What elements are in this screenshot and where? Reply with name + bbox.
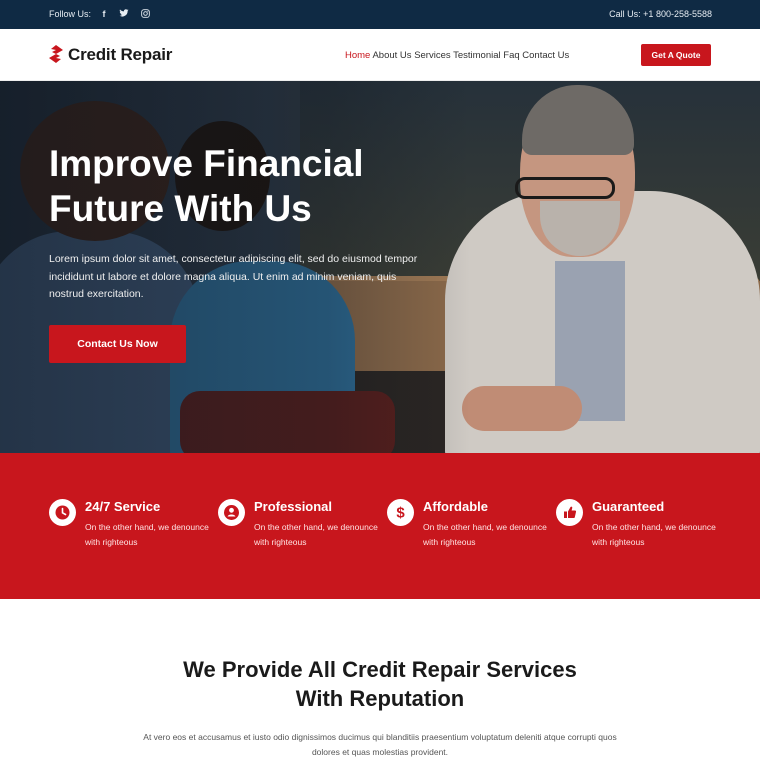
- hero-title: Improve Financial Future With Us: [49, 143, 364, 229]
- nav-item-about-us[interactable]: About Us: [372, 50, 411, 61]
- svg-text:$: $: [396, 505, 405, 522]
- nav-item-testimonial[interactable]: Testimonial: [453, 50, 501, 61]
- twitter-icon[interactable]: [117, 6, 131, 22]
- services-text: At vero eos et accusamus et iusto odio d…: [143, 732, 617, 757]
- follow-us-label: Follow Us:: [49, 9, 92, 19]
- top-bar: Follow Us: f Call Us: +1 800-258-5588: [0, 0, 760, 29]
- feature-professional: Professional On the other hand, we denou…: [218, 497, 378, 557]
- feature-title: Professional: [254, 499, 333, 514]
- feature-description: On the other hand, we denounce with righ…: [85, 522, 209, 547]
- dollar-icon: $: [387, 499, 414, 526]
- instagram-icon[interactable]: [138, 6, 152, 22]
- services-title: We Provide All Credit Repair Services Wi…: [130, 655, 630, 713]
- contact-us-now-button[interactable]: Contact Us Now: [49, 325, 186, 363]
- get-a-quote-button[interactable]: Get A Quote: [641, 44, 711, 66]
- hero-advisor-hands: [462, 386, 582, 431]
- feature-description: On the other hand, we denounce with righ…: [423, 522, 547, 547]
- logo-icon: [49, 45, 63, 63]
- feature-title: 24/7 Service: [85, 499, 161, 514]
- feature-title: Affordable: [423, 499, 488, 514]
- nav-item-contact-us[interactable]: Contact Us: [522, 50, 569, 61]
- nav-item-services[interactable]: Services: [414, 50, 450, 61]
- facebook-icon[interactable]: f: [97, 6, 111, 22]
- feature-description: On the other hand, we denounce with righ…: [592, 522, 716, 547]
- feature-affordable: $ Affordable On the other hand, we denou…: [387, 497, 547, 557]
- nav-item-home[interactable]: Home: [345, 50, 370, 61]
- feature-24-7-service: 24/7 Service On the other hand, we denou…: [49, 497, 209, 557]
- user-icon: [218, 499, 245, 526]
- logo-text[interactable]: Credit Repair: [68, 45, 172, 65]
- hero-text: Lorem ipsum dolor sit amet, consectetur …: [49, 253, 418, 300]
- hero-advisor-glasses: [515, 177, 615, 199]
- services-title-line-1: We Provide All Credit Repair Services: [183, 657, 577, 682]
- call-us-label: Call Us: +1 800-258-5588: [609, 9, 712, 19]
- nav-item-faq[interactable]: Faq: [503, 50, 519, 61]
- services-title-line-2: With Reputation: [295, 686, 465, 711]
- features-band: 24/7 Service On the other hand, we denou…: [0, 453, 760, 599]
- feature-description: On the other hand, we denounce with righ…: [254, 522, 378, 547]
- feature-title: Guaranteed: [592, 499, 665, 514]
- clock-icon: [49, 499, 76, 526]
- hero-section: Improve Financial Future With Us Lorem i…: [0, 81, 760, 453]
- thumbs-up-icon: [556, 499, 583, 526]
- nav-menu: Home About Us Services Testimonial Faq C…: [345, 50, 569, 61]
- feature-guaranteed: Guaranteed On the other hand, we denounc…: [556, 497, 716, 557]
- main-nav: Credit Repair Home About Us Services Tes…: [0, 29, 760, 81]
